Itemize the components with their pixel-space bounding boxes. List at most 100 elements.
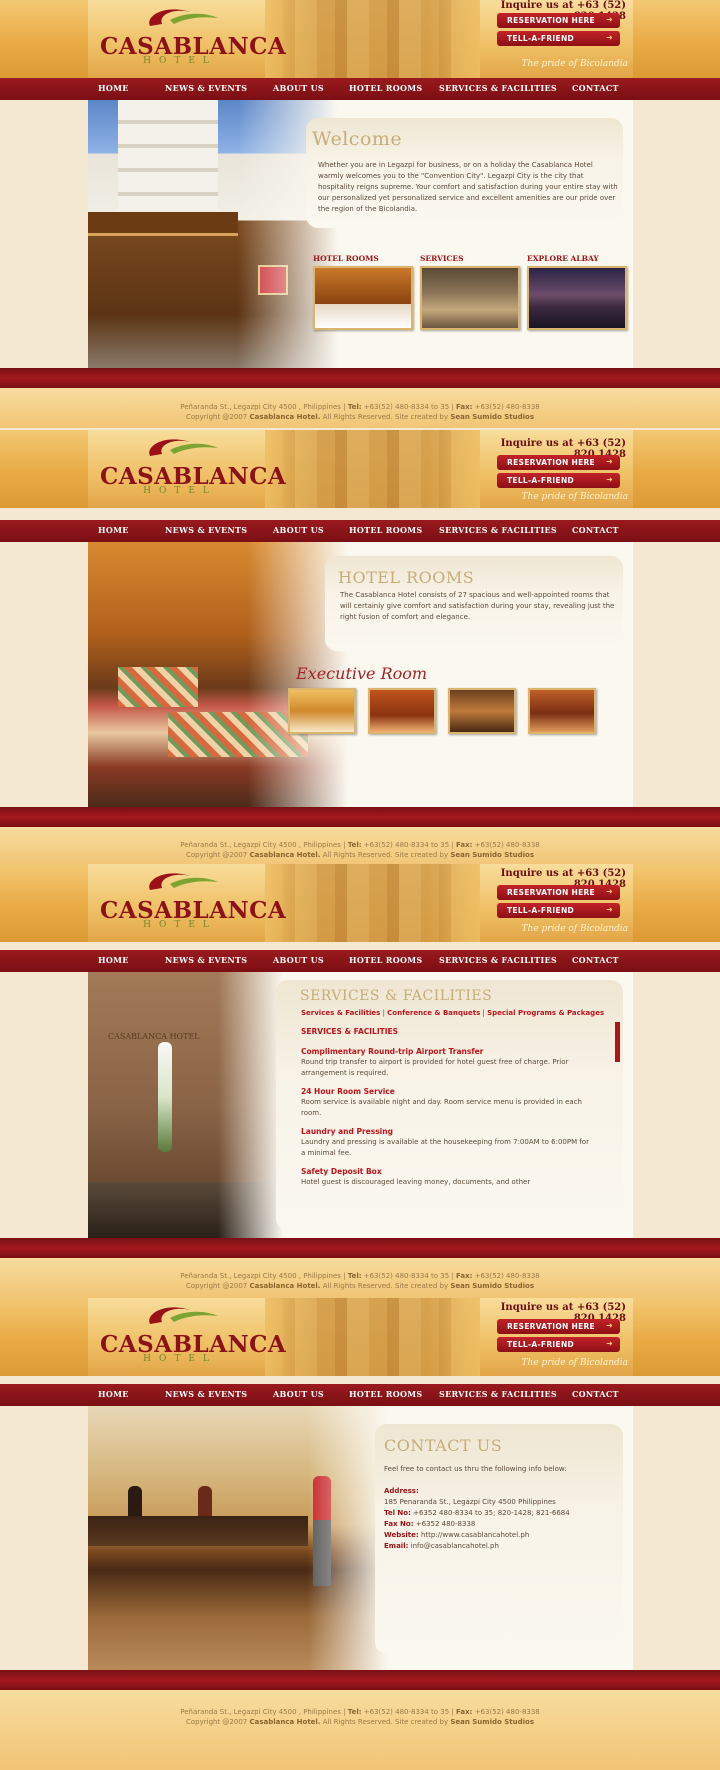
nav-services-facilities[interactable]: SERVICES & FACILITIES xyxy=(439,525,557,535)
service-title: Laundry and Pressing xyxy=(301,1127,393,1136)
svc-link-special-programs[interactable]: Special Programs & Packages xyxy=(487,1009,604,1017)
nav-about-us[interactable]: ABOUT US xyxy=(273,83,324,93)
thumb-hotel-rooms[interactable] xyxy=(313,266,413,330)
footer-tel-label: Tel: xyxy=(347,1272,362,1280)
reservation-button[interactable]: RESERVATION HERE ➜ xyxy=(497,13,620,28)
contact-tel: +6352 480-8334 to 35; 820-1428; 821-6684 xyxy=(413,1509,570,1517)
nav-contact[interactable]: CONTACT xyxy=(572,525,619,535)
footer-copyright: Copyright @2007 xyxy=(185,851,248,859)
service-title: 24 Hour Room Service xyxy=(301,1087,395,1096)
nav-hotel-rooms[interactable]: HOTEL ROOMS xyxy=(349,525,423,535)
service-title: Safety Deposit Box xyxy=(301,1167,382,1176)
site-footer: Peñaranda St., Legazpi City 4500 , Phili… xyxy=(0,1690,720,1770)
footer-creator-link[interactable]: Sean Sumido Studios xyxy=(450,1282,534,1290)
reservation-button[interactable]: RESERVATION HERE ➜ xyxy=(497,455,620,470)
arrow-icon: ➜ xyxy=(605,475,613,484)
tagline: The pride of Bicolandia xyxy=(521,59,628,69)
contact-website-link[interactable]: http://www.casablancahotel.ph xyxy=(421,1531,529,1539)
footer-fax: +63(52) 480-8338 xyxy=(474,1708,540,1716)
nav-about-us[interactable]: ABOUT US xyxy=(273,955,324,965)
room-thumb-2[interactable] xyxy=(368,688,436,734)
nav-home[interactable]: HOME xyxy=(98,955,129,965)
arrow-icon: ➜ xyxy=(605,905,613,914)
footer-rights: All Rights Reserved. Site created by xyxy=(322,851,449,859)
tell-a-friend-button[interactable]: TELL-A-FRIEND ➜ xyxy=(497,1337,620,1352)
reservation-button[interactable]: RESERVATION HERE ➜ xyxy=(497,1319,620,1334)
nav-services-facilities[interactable]: SERVICES & FACILITIES xyxy=(439,83,557,93)
hotel-exterior-photo xyxy=(88,100,338,368)
tell-a-friend-button[interactable]: TELL-A-FRIEND ➜ xyxy=(497,31,620,46)
logo-swoosh-icon xyxy=(149,1307,218,1324)
nav-news-events[interactable]: NEWS & EVENTS xyxy=(165,955,247,965)
footer-copyright: Copyright @2007 xyxy=(185,413,248,421)
service-item: 24 Hour Room Service Room service is ava… xyxy=(301,1086,591,1119)
site-footer: Peñaranda St., Legazpi City 4500 , Phili… xyxy=(0,388,720,428)
nav-home[interactable]: HOME xyxy=(98,525,129,535)
services-content: CASABLANCA HOTEL SERVICES & FACILITIES S… xyxy=(88,972,633,1238)
contact-content: CONTACT US Feel free to contact us thru … xyxy=(88,1406,633,1670)
nav-home[interactable]: HOME xyxy=(98,1389,129,1399)
footer-owner: Casablanca Hotel. xyxy=(249,851,321,859)
site-footer: Peñaranda St., Legazpi City 4500 , Phili… xyxy=(0,1258,720,1298)
nav-about-us[interactable]: ABOUT US xyxy=(273,525,324,535)
nav-hotel-rooms[interactable]: HOTEL ROOMS xyxy=(349,955,423,965)
service-item: Safety Deposit Box Hotel guest is discou… xyxy=(301,1166,591,1188)
thumb-services[interactable] xyxy=(420,266,520,330)
thumb-label-explore-albay[interactable]: EXPLORE ALBAY xyxy=(527,254,599,263)
nav-contact[interactable]: CONTACT xyxy=(572,955,619,965)
nav-news-events[interactable]: NEWS & EVENTS xyxy=(165,1389,247,1399)
logo-swoosh-icon xyxy=(149,9,218,26)
arrow-icon: ➜ xyxy=(605,33,613,42)
footer-fax: +63(52) 480-8338 xyxy=(474,403,540,411)
services-scrollbar[interactable] xyxy=(615,1022,620,1062)
executive-room-label: Executive Room xyxy=(296,664,428,683)
nav-contact[interactable]: CONTACT xyxy=(572,1389,619,1399)
nav-services-facilities[interactable]: SERVICES & FACILITIES xyxy=(439,955,557,965)
footer-tel: +63(52) 480-8334 to 35 xyxy=(363,403,450,411)
welcome-title: Welcome xyxy=(312,128,403,150)
contact-email-link[interactable]: info@casablancahotel.ph xyxy=(411,1542,499,1550)
footer-rights: All Rights Reserved. Site created by xyxy=(322,413,449,421)
footer-creator-link[interactable]: Sean Sumido Studios xyxy=(450,1718,534,1726)
logo-subtext: HOTEL xyxy=(143,486,217,496)
thumb-label-hotel-rooms[interactable]: HOTEL ROOMS xyxy=(313,254,379,263)
nav-news-events[interactable]: NEWS & EVENTS xyxy=(165,525,247,535)
footer-fax: +63(52) 480-8338 xyxy=(474,841,540,849)
room-thumb-4[interactable] xyxy=(528,688,596,734)
contact-details: Address: 185 Penaranda St., Legazpi City… xyxy=(384,1486,620,1552)
service-text: Round trip transfer to airport is provid… xyxy=(301,1058,569,1077)
lobby-logo-wall-photo: CASABLANCA HOTEL xyxy=(88,972,283,1238)
arrow-icon: ➜ xyxy=(605,1339,613,1348)
service-title: Complimentary Round-trip Airport Transfe… xyxy=(301,1047,484,1056)
reservation-button[interactable]: RESERVATION HERE ➜ xyxy=(497,885,620,900)
site-header: CASABLANCA HOTEL Inquire us at +63 (52) … xyxy=(0,1298,720,1376)
services-title: SERVICES & FACILITIES xyxy=(300,988,493,1004)
svc-link-conference-banquets[interactable]: Conference & Banquets xyxy=(387,1009,480,1017)
nav-news-events[interactable]: NEWS & EVENTS xyxy=(165,83,247,93)
nav-contact[interactable]: CONTACT xyxy=(572,83,619,93)
thumb-explore-albay[interactable] xyxy=(527,266,627,330)
footer-rights: All Rights Reserved. Site created by xyxy=(322,1282,449,1290)
nav-hotel-rooms[interactable]: HOTEL ROOMS xyxy=(349,1389,423,1399)
footer-creator-link[interactable]: Sean Sumido Studios xyxy=(450,413,534,421)
arrow-icon: ➜ xyxy=(605,887,613,896)
header-hotel-photo xyxy=(265,864,480,942)
nav-services-facilities[interactable]: SERVICES & FACILITIES xyxy=(439,1389,557,1399)
svc-link-services-facilities[interactable]: Services & Facilities xyxy=(301,1009,380,1017)
room-thumb-3[interactable] xyxy=(448,688,516,734)
footer-creator-link[interactable]: Sean Sumido Studios xyxy=(450,851,534,859)
nav-home[interactable]: HOME xyxy=(98,83,129,93)
nav-about-us[interactable]: ABOUT US xyxy=(273,1389,324,1399)
tell-a-friend-button[interactable]: TELL-A-FRIEND ➜ xyxy=(497,903,620,918)
tell-a-friend-button[interactable]: TELL-A-FRIEND ➜ xyxy=(497,473,620,488)
service-text: Hotel guest is discouraged leaving money… xyxy=(301,1178,531,1186)
site-footer: Peñaranda St., Legazpi City 4500 , Phili… xyxy=(0,827,720,864)
nav-hotel-rooms[interactable]: HOTEL ROOMS xyxy=(349,83,423,93)
contact-fax-label: Fax No: xyxy=(384,1520,414,1528)
footer-tel-label: Tel: xyxy=(347,1708,362,1716)
thumb-label-services[interactable]: SERVICES xyxy=(420,254,464,263)
contact-email-label: Email: xyxy=(384,1542,409,1550)
service-item: Laundry and Pressing Laundry and pressin… xyxy=(301,1126,591,1159)
room-thumb-1[interactable] xyxy=(288,688,356,734)
logo-subtext: HOTEL xyxy=(143,1354,217,1364)
